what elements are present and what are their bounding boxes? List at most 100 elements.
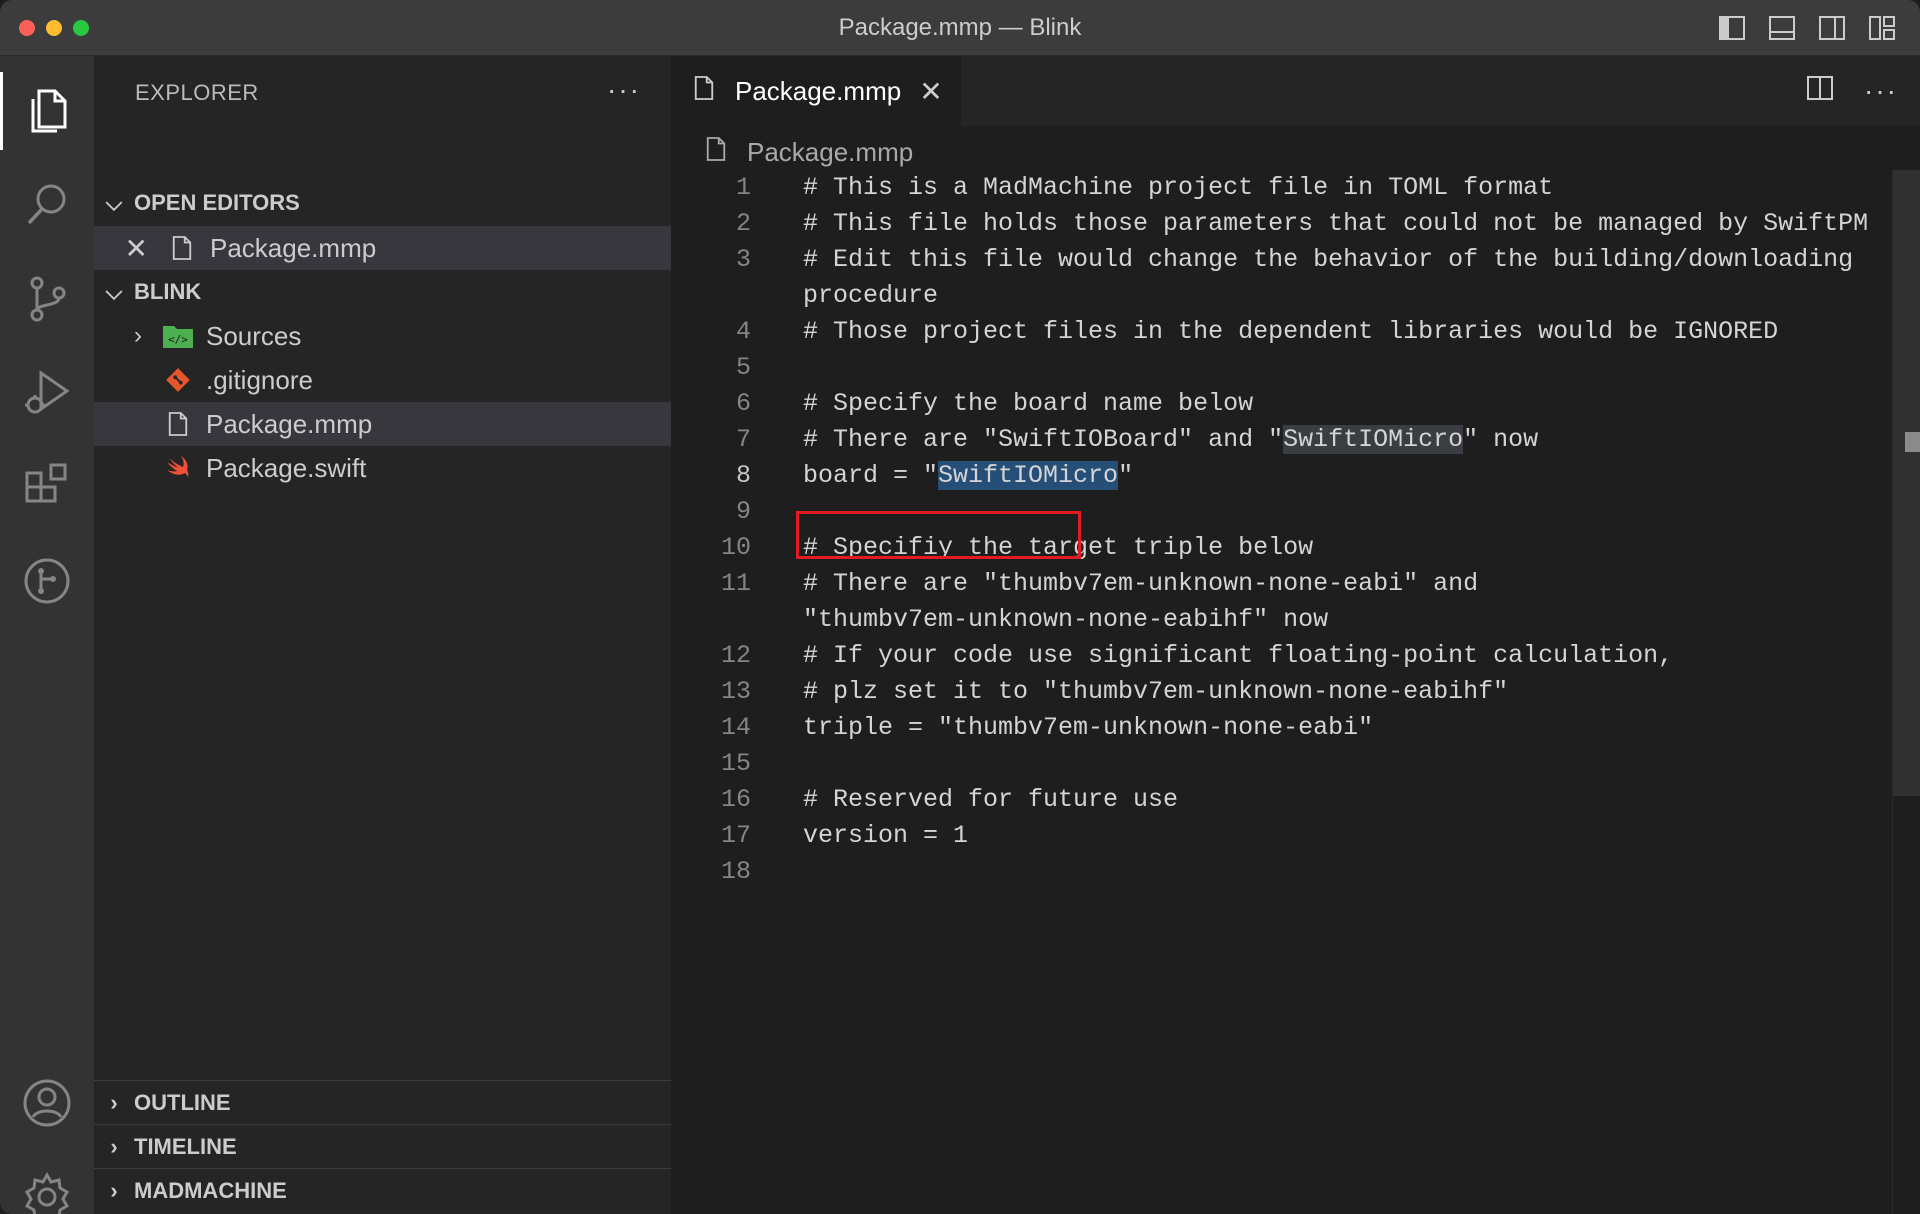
- line-number: 2: [735, 209, 751, 238]
- line-number: 12: [720, 641, 751, 670]
- code-line[interactable]: 6 # Specify the board name below: [671, 386, 1891, 422]
- search-activity-button[interactable]: [0, 158, 94, 252]
- line-text: # Specify the board name below: [803, 389, 1254, 418]
- timeline-section[interactable]: › TIMELINE: [94, 1124, 671, 1168]
- source-control-activity-button[interactable]: [0, 252, 94, 346]
- scroll-thumb[interactable]: [1893, 170, 1920, 796]
- close-tab-icon[interactable]: ✕: [919, 75, 942, 108]
- line-number: 8: [735, 461, 751, 490]
- madmachine-activity-button[interactable]: [0, 534, 94, 628]
- code-line[interactable]: 18: [671, 854, 1891, 890]
- open-editor-name: Package.mmp: [210, 232, 377, 263]
- line-number: 16: [720, 785, 751, 814]
- code-line[interactable]: 8 board = "SwiftIOMicro": [671, 458, 1891, 494]
- line-number: 6: [735, 389, 751, 418]
- code-line[interactable]: 3 # Edit this file would change the behav…: [671, 242, 1891, 278]
- code-line[interactable]: 11 # There are "thumbv7em-unknown-none-ea…: [671, 566, 1891, 602]
- code-line[interactable]: procedure: [671, 278, 1891, 314]
- run-debug-activity-button[interactable]: [0, 346, 94, 440]
- code-line[interactable]: 15: [671, 746, 1891, 782]
- project-section[interactable]: ⌵ BLINK: [94, 270, 671, 314]
- line-number: 3: [735, 245, 751, 274]
- accounts-activity-button[interactable]: [0, 1056, 94, 1150]
- breadcrumb[interactable]: Package.mmp: [705, 130, 913, 174]
- editor-scrollbar[interactable]: [1892, 170, 1920, 1214]
- line-number: 18: [720, 857, 751, 886]
- code-line[interactable]: 2 # This file holds those parameters that…: [671, 206, 1891, 242]
- tab-bar: Package.mmp ✕ ···: [671, 56, 1920, 126]
- line-text: triple = "thumbv7em-unknown-none-eabi": [803, 713, 1374, 742]
- file-icon: [693, 75, 721, 107]
- line-text: # There are "thumbv7em-unknown-none-eabi…: [803, 569, 1479, 598]
- line-text: # Reserved for future use: [803, 785, 1179, 814]
- line-number: 13: [720, 677, 751, 706]
- line-text-segment: ": [1118, 461, 1134, 490]
- code-line[interactable]: "thumbv7em-unknown-none-eabihf" now: [671, 602, 1891, 638]
- code-line[interactable]: 13 # plz set it to "thumbv7em-unknown-non…: [671, 674, 1891, 710]
- tree-item-gitignore[interactable]: .gitignore: [94, 358, 671, 402]
- close-editor-icon[interactable]: ✕: [94, 232, 148, 265]
- gear-icon: [24, 1171, 70, 1214]
- explorer-activity-button[interactable]: [0, 64, 94, 158]
- code-line[interactable]: 4 # Those project files in the dependent …: [671, 314, 1891, 350]
- line-text: # There are "SwiftIOBoard" and "SwiftIOM…: [803, 422, 1538, 458]
- split-editor-icon[interactable]: [1806, 74, 1834, 107]
- code-line[interactable]: 12 # If your code use significant floatin…: [671, 638, 1891, 674]
- madmachine-icon: [24, 558, 70, 604]
- tree-item-label: Package.mmp: [206, 408, 373, 439]
- code-line[interactable]: 16 # Reserved for future use: [671, 782, 1891, 818]
- line-text: # Those project files in the dependent l…: [803, 317, 1779, 346]
- line-number: 9: [735, 497, 751, 526]
- svg-text:</>: </>: [168, 333, 188, 346]
- title-bar: Package.mmp — Blink: [0, 0, 1920, 56]
- open-editor-item[interactable]: ✕ Package.mmp: [94, 226, 671, 270]
- files-icon: [31, 89, 67, 133]
- extensions-activity-button[interactable]: [0, 440, 94, 534]
- tree-item-label: Package.swift: [206, 452, 367, 483]
- file-icon: [166, 232, 198, 264]
- line-text: # Edit this file would change the behavi…: [803, 245, 1854, 274]
- layout-controls: [1718, 14, 1896, 42]
- code-line[interactable]: 5: [671, 350, 1891, 386]
- line-text-segment: " now: [1463, 425, 1539, 454]
- outline-section[interactable]: › OUTLINE: [94, 1080, 671, 1124]
- code-line[interactable]: 17 version = 1: [671, 818, 1891, 854]
- line-number: 7: [735, 425, 751, 454]
- tree-item-package-mmp[interactable]: Package.mmp: [94, 402, 671, 446]
- scroll-selection-marker: [1905, 432, 1920, 452]
- code-line[interactable]: 7 # There are "SwiftIOBoard" and "SwiftIO…: [671, 422, 1891, 458]
- open-editors-label: OPEN EDITORS: [134, 190, 300, 215]
- tab-package-mmp[interactable]: Package.mmp ✕: [671, 56, 961, 126]
- selected-text: SwiftIOMicro: [938, 461, 1119, 490]
- tree-item-sources[interactable]: › </> Sources: [94, 314, 671, 358]
- code-line[interactable]: 14 triple = "thumbv7em-unknown-none-eabi": [671, 710, 1891, 746]
- section-label: OUTLINE: [134, 1089, 231, 1115]
- more-actions-icon[interactable]: ···: [607, 74, 641, 106]
- code-line[interactable]: 1 # This is a MadMachine project file in …: [671, 170, 1891, 206]
- section-label: TIMELINE: [134, 1133, 237, 1159]
- run-debug-icon: [25, 370, 70, 414]
- activity-bar: [0, 56, 94, 1214]
- search-icon: [27, 184, 66, 225]
- line-number: 17: [720, 821, 751, 850]
- annotation-highlight-box: [796, 511, 1081, 559]
- line-text-segment: # There are "SwiftIOBoard" and ": [803, 425, 1284, 454]
- explorer-sidebar: EXPLORER ··· ⌵ OPEN EDITORS ✕ Package.mm…: [94, 56, 671, 1214]
- manage-activity-button[interactable]: [0, 1150, 94, 1214]
- toggle-secondary-sidebar-icon[interactable]: [1818, 14, 1846, 42]
- madmachine-section[interactable]: › MADMACHINE: [94, 1168, 671, 1212]
- line-number: 1: [735, 173, 751, 202]
- line-number: 11: [720, 569, 751, 598]
- section-label: MADMACHINE: [134, 1177, 287, 1203]
- code-editor[interactable]: 1 # This is a MadMachine project file in …: [671, 170, 1891, 890]
- open-editors-section[interactable]: ⌵ OPEN EDITORS: [94, 181, 671, 225]
- tree-item-package-swift[interactable]: Package.swift: [94, 446, 671, 490]
- customize-layout-icon[interactable]: [1868, 14, 1896, 42]
- toggle-primary-sidebar-icon[interactable]: [1718, 14, 1746, 42]
- chevron-right-icon: ›: [110, 1089, 118, 1115]
- window-title: Package.mmp — Blink: [838, 14, 1082, 41]
- toggle-panel-icon[interactable]: [1768, 14, 1796, 42]
- sidebar-title: EXPLORER: [135, 80, 259, 105]
- line-text-segment: board = ": [803, 461, 939, 490]
- more-actions-icon[interactable]: ···: [1864, 75, 1898, 107]
